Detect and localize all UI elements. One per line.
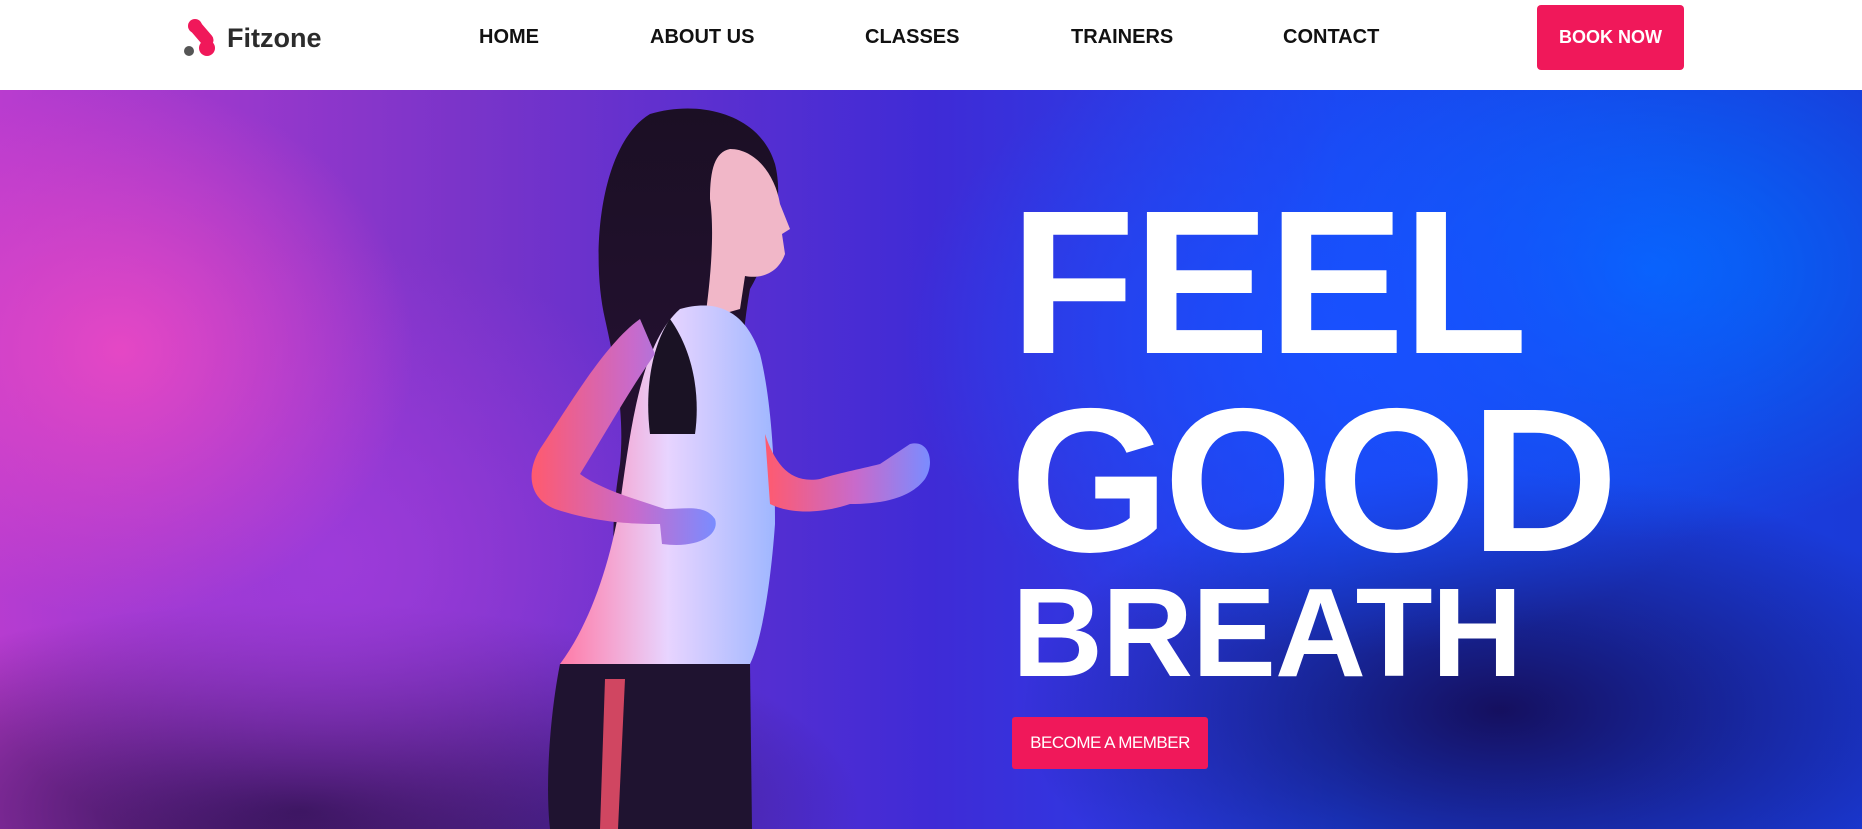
brand-name: Fitzone: [227, 22, 322, 53]
woman-running-photo: [531, 108, 930, 829]
fitzone-logo-icon: [183, 18, 217, 58]
hero-headline-line1: FEEL: [1010, 168, 1528, 397]
nav-item-about-us[interactable]: ABOUT US: [650, 22, 754, 52]
nav-item-home[interactable]: HOME: [479, 22, 539, 52]
nav-item-contact[interactable]: CONTACT: [1283, 22, 1379, 52]
top-navigation-bar: Fitzone HOME ABOUT US CLASSES TRAINERS C…: [0, 0, 1862, 90]
hero-banner: FEEL GOOD BREATH BECOME A MEMBER: [0, 90, 1862, 829]
hero-headline-line3: BREATH: [1012, 562, 1523, 703]
hero-headline-line2: GOOD: [1010, 366, 1618, 595]
nav-item-trainers[interactable]: TRAINERS: [1071, 22, 1173, 52]
book-now-button[interactable]: BOOK NOW: [1537, 5, 1684, 70]
become-a-member-button[interactable]: BECOME A MEMBER: [1012, 717, 1208, 769]
nav-item-classes[interactable]: CLASSES: [865, 22, 959, 52]
brand-logo-link[interactable]: Fitzone: [183, 18, 322, 58]
